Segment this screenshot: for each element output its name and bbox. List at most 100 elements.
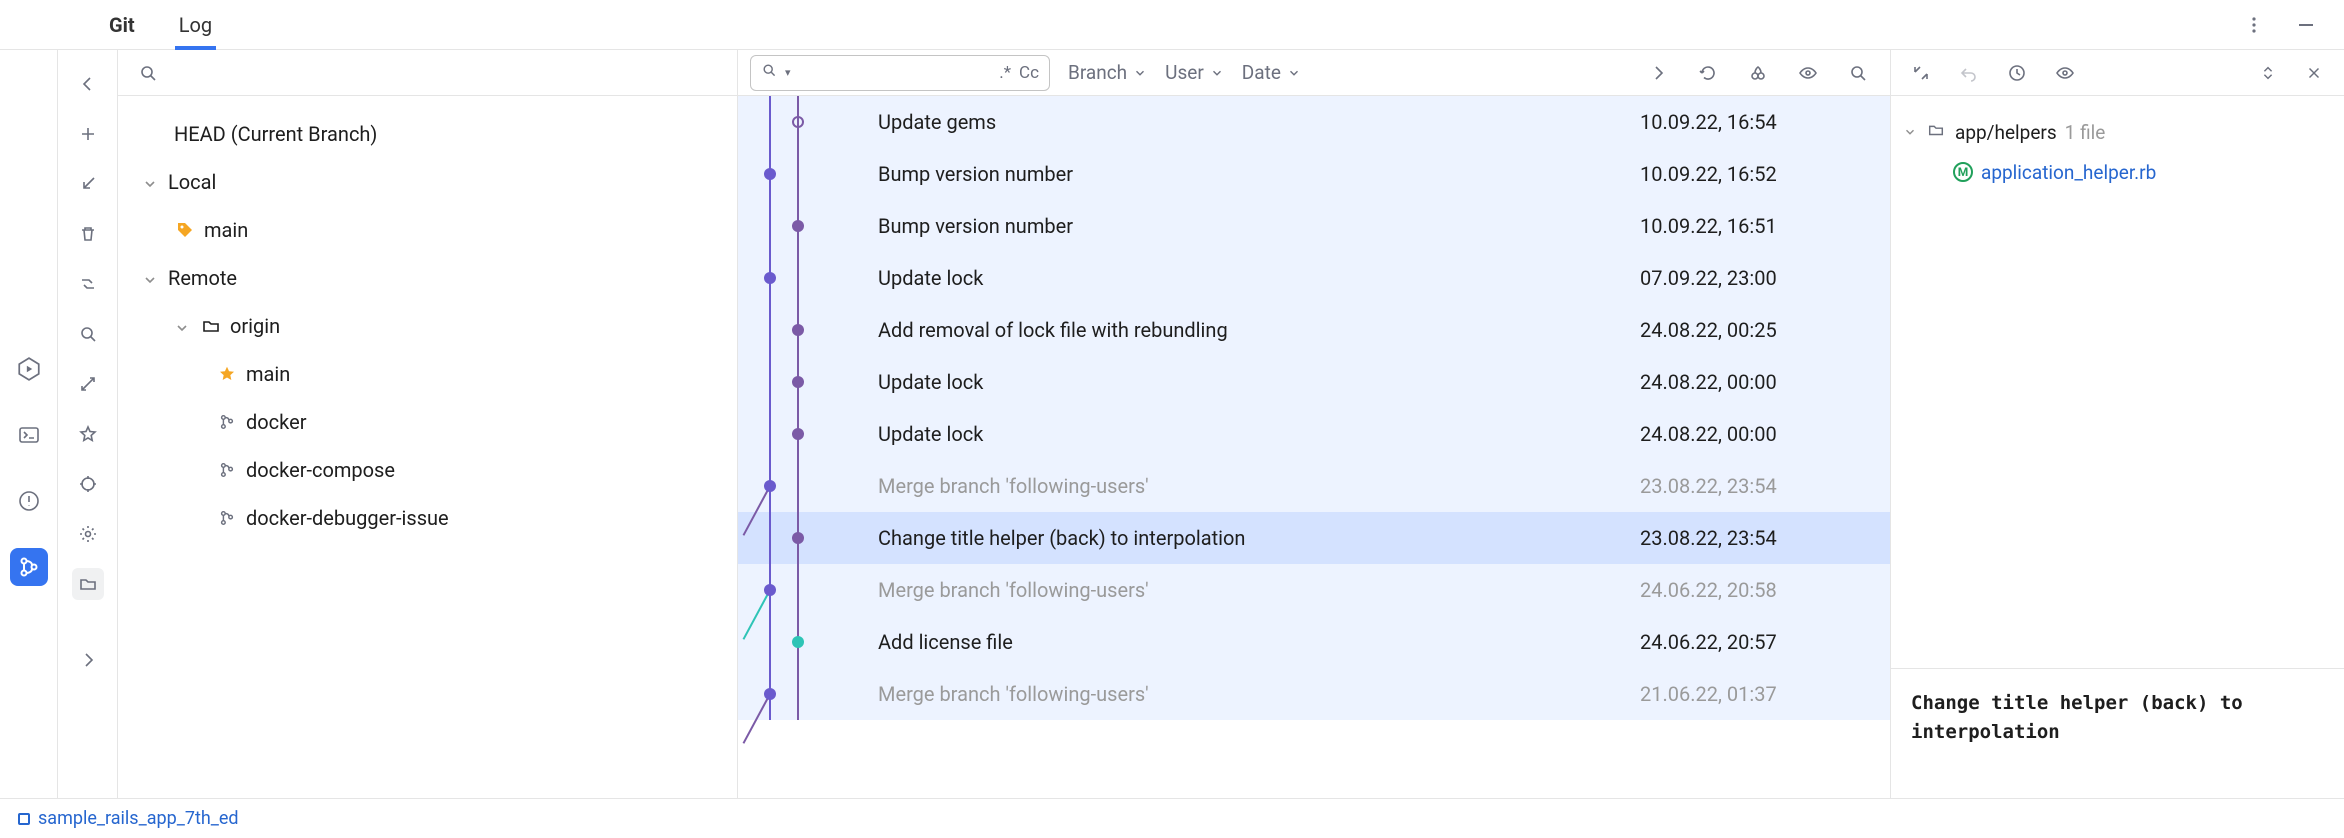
branch-label: docker — [246, 410, 306, 434]
commit-message-cell: Add removal of lock file with rebundling — [878, 318, 1640, 342]
minimize-icon[interactable] — [2292, 11, 2320, 39]
undo-icon[interactable] — [1955, 59, 1983, 87]
history-icon[interactable] — [2003, 59, 2031, 87]
filter-user[interactable]: User — [1165, 61, 1224, 84]
commit-date-cell: 24.08.22, 00:25 — [1640, 318, 1890, 342]
tree-origin[interactable]: origin — [118, 302, 737, 350]
update-icon[interactable] — [72, 168, 104, 200]
delete-icon[interactable] — [72, 218, 104, 250]
chevron-down-icon — [142, 269, 160, 287]
commit-date-cell: 10.09.22, 16:54 — [1640, 110, 1890, 134]
close-icon[interactable] — [2300, 59, 2328, 87]
more-vert-icon[interactable] — [2240, 11, 2268, 39]
changed-files-folder[interactable]: app/helpers 1 file — [1903, 112, 2332, 152]
tool-window-tabs: Git Log — [0, 0, 2344, 50]
commit-message-cell: Update lock — [878, 266, 1640, 290]
commit-row[interactable]: Bump version number10.09.22, 16:52 — [738, 148, 1890, 200]
chevron-down-icon — [1903, 121, 1919, 144]
commit-message-cell: Bump version number — [878, 214, 1640, 238]
go-to-hash-icon[interactable] — [1644, 59, 1672, 87]
search-icon[interactable] — [1844, 59, 1872, 87]
log-search-input[interactable]: ▾ .* Cc — [750, 55, 1050, 91]
compare-icon[interactable] — [1907, 59, 1935, 87]
status-indicator-icon — [18, 813, 30, 825]
branch-remote-item[interactable]: docker — [118, 398, 737, 446]
commit-message-cell: Merge branch 'following-users' — [878, 682, 1640, 706]
branch-origin-main[interactable]: main — [118, 350, 737, 398]
commit-date-cell: 24.06.22, 20:57 — [1640, 630, 1890, 654]
branches-sidebar: HEAD (Current Branch) Local main Remote — [118, 50, 738, 798]
commit-row[interactable]: Update lock24.08.22, 00:00 — [738, 408, 1890, 460]
tree-local[interactable]: Local — [118, 158, 737, 206]
commit-row[interactable]: Merge branch 'following-users'24.06.22, … — [738, 564, 1890, 616]
commit-graph — [738, 96, 878, 148]
branch-icon — [216, 411, 238, 433]
commit-date-cell: 24.08.22, 00:00 — [1640, 422, 1890, 446]
commit-row[interactable]: Bump version number10.09.22, 16:51 — [738, 200, 1890, 252]
add-icon[interactable] — [72, 118, 104, 150]
match-case-toggle[interactable]: Cc — [1019, 63, 1039, 83]
back-icon[interactable] — [72, 68, 104, 100]
run-icon[interactable] — [10, 350, 48, 388]
changed-file[interactable]: M application_helper.rb — [1903, 152, 2332, 192]
project-name[interactable]: sample_rails_app_7th_ed — [38, 808, 239, 829]
tab-git[interactable]: Git — [105, 0, 139, 49]
folder-icon — [200, 315, 222, 337]
commit-row[interactable]: Add license file24.06.22, 20:57 — [738, 616, 1890, 668]
commit-row[interactable]: Update lock24.08.22, 00:00 — [738, 356, 1890, 408]
branch-local-main[interactable]: main — [118, 206, 737, 254]
modification-badge: M — [1953, 162, 1973, 182]
expand-icon[interactable] — [72, 368, 104, 400]
commit-row[interactable]: Update gems10.09.22, 16:54 — [738, 96, 1890, 148]
favorite-icon[interactable] — [72, 418, 104, 450]
regex-toggle[interactable]: .* — [999, 63, 1011, 83]
filter-branch[interactable]: Branch — [1068, 61, 1147, 84]
commit-graph — [738, 356, 878, 408]
commit-graph — [738, 460, 878, 512]
branch-label: main — [246, 362, 290, 386]
commit-graph — [738, 668, 878, 720]
search-icon[interactable] — [72, 318, 104, 350]
ide-left-rail — [0, 50, 58, 798]
tree-remote[interactable]: Remote — [118, 254, 737, 302]
commit-row[interactable]: Merge branch 'following-users'23.08.22, … — [738, 460, 1890, 512]
target-icon[interactable] — [72, 468, 104, 500]
compare-branches-icon[interactable] — [72, 268, 104, 300]
commit-graph — [738, 200, 878, 252]
commit-graph — [738, 252, 878, 304]
commit-message-cell: Update gems — [878, 110, 1640, 134]
filter-date[interactable]: Date — [1242, 61, 1301, 84]
vcs-toolbar — [58, 50, 118, 798]
commit-row[interactable]: Add removal of lock file with rebundling… — [738, 304, 1890, 356]
settings-icon[interactable] — [72, 518, 104, 550]
refresh-icon[interactable] — [1694, 59, 1722, 87]
problems-icon[interactable] — [10, 482, 48, 520]
vcs-icon[interactable] — [10, 548, 48, 586]
branches-view-icon[interactable] — [72, 568, 104, 600]
commit-graph — [738, 304, 878, 356]
eye-icon[interactable] — [1794, 59, 1822, 87]
commit-row[interactable]: Merge branch 'following-users'21.06.22, … — [738, 668, 1890, 720]
commit-graph — [738, 408, 878, 460]
search-icon — [761, 62, 777, 83]
branch-label: docker-compose — [246, 458, 395, 482]
search-icon[interactable] — [134, 59, 162, 87]
tree-head[interactable]: HEAD (Current Branch) — [118, 110, 737, 158]
branch-remote-item[interactable]: docker-debugger-issue — [118, 494, 737, 542]
tab-log[interactable]: Log — [175, 0, 216, 49]
commit-message-cell: Merge branch 'following-users' — [878, 474, 1640, 498]
file-count: 1 file — [2065, 121, 2106, 144]
cherry-pick-icon[interactable] — [1744, 59, 1772, 87]
eye-icon[interactable] — [2051, 59, 2079, 87]
commit-message-cell: Bump version number — [878, 162, 1640, 186]
forward-icon[interactable] — [72, 644, 104, 676]
remote-label: Remote — [168, 266, 237, 290]
expand-all-icon[interactable] — [2254, 59, 2282, 87]
terminal-icon[interactable] — [10, 416, 48, 454]
origin-label: origin — [230, 314, 280, 338]
commit-row[interactable]: Change title helper (back) to interpolat… — [738, 512, 1890, 564]
branch-remote-item[interactable]: docker-compose — [118, 446, 737, 494]
commit-row[interactable]: Update lock07.09.22, 23:00 — [738, 252, 1890, 304]
commit-date-cell: 10.09.22, 16:52 — [1640, 162, 1890, 186]
file-name: application_helper.rb — [1981, 161, 2156, 184]
